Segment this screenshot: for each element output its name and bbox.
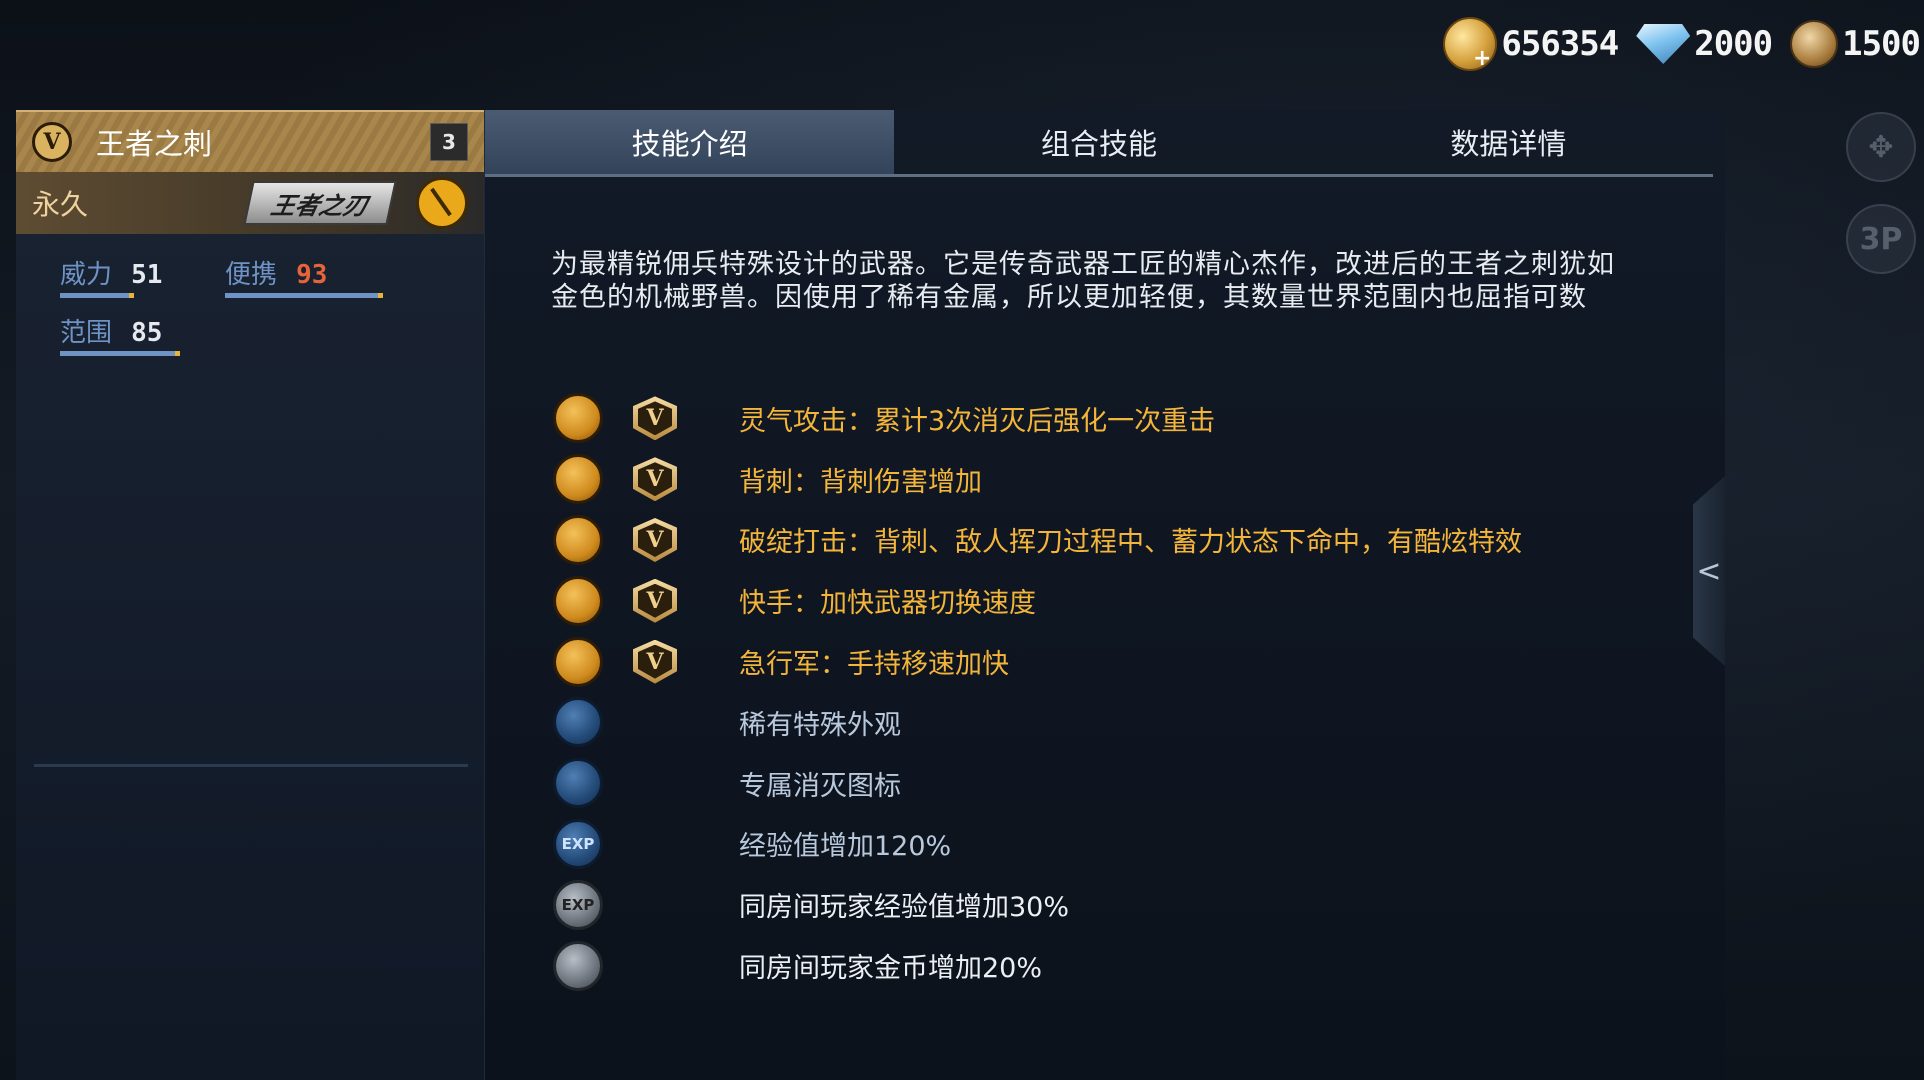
skill-text: 专属消灭图标: [739, 770, 901, 802]
skill-text: 背刺：背刺伤害增加: [739, 466, 982, 498]
skill-text: 稀有特殊外观: [739, 709, 901, 741]
stat-power: 威力 51: [60, 254, 225, 298]
stat-portability: 便携 93: [225, 254, 390, 298]
stat-range: 范围 85: [60, 312, 225, 356]
skill-row: V 灵气攻击：累计3次消灭后强化一次重击: [553, 388, 1693, 449]
sprint-icon[interactable]: [553, 636, 603, 687]
aura-attack-icon[interactable]: [553, 393, 603, 444]
weapon-description: 为最精锐佣兵特殊设计的武器。它是传奇武器工匠的精心杰作，改进后的王者之刺犹如金色…: [551, 249, 1615, 313]
weapon-level-badge: 3: [430, 123, 468, 161]
kill-icon-badge[interactable]: [553, 758, 603, 809]
skill-row: V 急行军：手持移速加快: [553, 631, 1693, 692]
stat-label: 便携: [225, 260, 278, 290]
tab-data-details[interactable]: 数据详情: [1304, 110, 1713, 174]
stat-value: 85: [131, 318, 163, 348]
gold-amount: 656354: [1501, 24, 1619, 64]
gamepad-icon[interactable]: ✥: [1846, 112, 1916, 182]
exp-icon[interactable]: EXP: [553, 818, 603, 869]
vip-v-icon: V: [633, 396, 677, 441]
weapon-stats: 威力 51 便携 93 范围 85: [16, 234, 484, 356]
collapse-panel-button[interactable]: <: [1693, 476, 1725, 666]
skill-row: 专属消灭图标: [553, 753, 1693, 814]
medal-amount: 1500: [1842, 24, 1921, 64]
medal-icon: [1790, 20, 1839, 68]
skill-text: 灵气攻击：累计3次消灭后强化一次重击: [739, 405, 1216, 437]
skill-row: 稀有特殊外观: [553, 692, 1693, 753]
skill-row: V 破绽打击：背刺、敌人挥刀过程中、蓄力状态下命中，有酷炫特效: [553, 510, 1693, 571]
view-toggle-button[interactable]: 3P: [1846, 204, 1916, 274]
vip-v-label: V: [638, 644, 672, 679]
tab-combo-skills[interactable]: 组合技能: [894, 110, 1303, 174]
weapon-info-panel: V 王者之刺 3 永久 王者之刃 威力 51 便携 93 范围 85: [16, 110, 485, 1080]
vip-v-icon: V: [633, 578, 677, 623]
stat-bar: [60, 293, 134, 298]
room-exp-icon[interactable]: EXP: [553, 879, 603, 930]
diamond-amount: 2000: [1694, 24, 1773, 64]
skill-text: 破绽打击：背刺、敌人挥刀过程中、蓄力状态下命中，有酷炫特效: [739, 527, 1522, 559]
gold-currency[interactable]: 656354: [1443, 17, 1619, 71]
skill-row: V 背刺：背刺伤害增加: [553, 449, 1693, 510]
skill-text: 急行军：手持移速加快: [739, 649, 1009, 681]
skill-row: EXP 同房间玩家经验值增加30%: [553, 874, 1693, 935]
stat-value: 93: [296, 260, 328, 290]
tier-v-icon: V: [32, 122, 72, 162]
medal-currency[interactable]: 1500: [1790, 20, 1921, 68]
skill-text: 经验值增加120%: [739, 831, 952, 863]
diamond-currency[interactable]: 2000: [1636, 24, 1773, 64]
vip-v-icon: V: [633, 639, 677, 684]
skill-row: EXP 经验值增加120%: [553, 814, 1693, 875]
skill-row: V 快手：加快武器切换速度: [553, 570, 1693, 631]
currency-bar: 656354 2000 1500: [1425, 12, 1921, 76]
weapon-name: 王者之刺: [96, 127, 213, 161]
vip-v-label: V: [638, 401, 672, 436]
skill-row: 同房间玩家金币增加20%: [553, 935, 1693, 996]
stat-bar: [60, 351, 180, 356]
room-gold-icon[interactable]: [553, 940, 603, 991]
weapon-header: V 王者之刺 3: [16, 110, 484, 172]
stat-value: 51: [131, 260, 163, 290]
vip-v-icon: V: [633, 457, 677, 502]
stat-label: 威力: [60, 260, 113, 290]
weapon-brand-logo: 王者之刃: [243, 181, 397, 225]
gold-coin-icon: [1443, 17, 1498, 71]
skill-list: V 灵气攻击：累计3次消灭后强化一次重击 V 背刺：背刺伤害增加 V 破绽打击：背刺、敌人…: [553, 388, 1693, 996]
vip-v-label: V: [638, 462, 672, 497]
stat-bar: [225, 293, 383, 298]
exp-glyph: EXP: [561, 895, 595, 914]
skill-text: 同房间玩家金币增加20%: [739, 953, 1043, 985]
stat-label: 范围: [60, 318, 113, 348]
tab-bar: 技能介绍 组合技能 数据详情: [485, 110, 1713, 177]
divider: [34, 764, 468, 767]
skill-text: 同房间玩家经验值增加30%: [739, 892, 1070, 924]
quick-hand-icon[interactable]: [553, 575, 603, 626]
skill-text: 快手：加快武器切换速度: [739, 588, 1036, 620]
exp-glyph: EXP: [561, 834, 595, 853]
break-strike-icon[interactable]: [553, 514, 603, 565]
weapon-subheader: 永久 王者之刃: [16, 172, 484, 234]
tab-skill-intro[interactable]: 技能介绍: [485, 110, 895, 174]
vip-v-label: V: [638, 583, 672, 618]
diamond-icon: [1636, 24, 1691, 64]
backstab-icon[interactable]: [553, 454, 603, 505]
weapon-duration: 永久: [32, 188, 89, 221]
vip-v-icon: V: [633, 517, 677, 562]
vip-v-label: V: [638, 522, 672, 557]
compass-icon[interactable]: [416, 177, 468, 229]
star-icon[interactable]: [553, 697, 603, 748]
skills-panel: 技能介绍 组合技能 数据详情 为最精锐佣兵特殊设计的武器。它是传奇武器工匠的精心…: [484, 110, 1725, 1080]
